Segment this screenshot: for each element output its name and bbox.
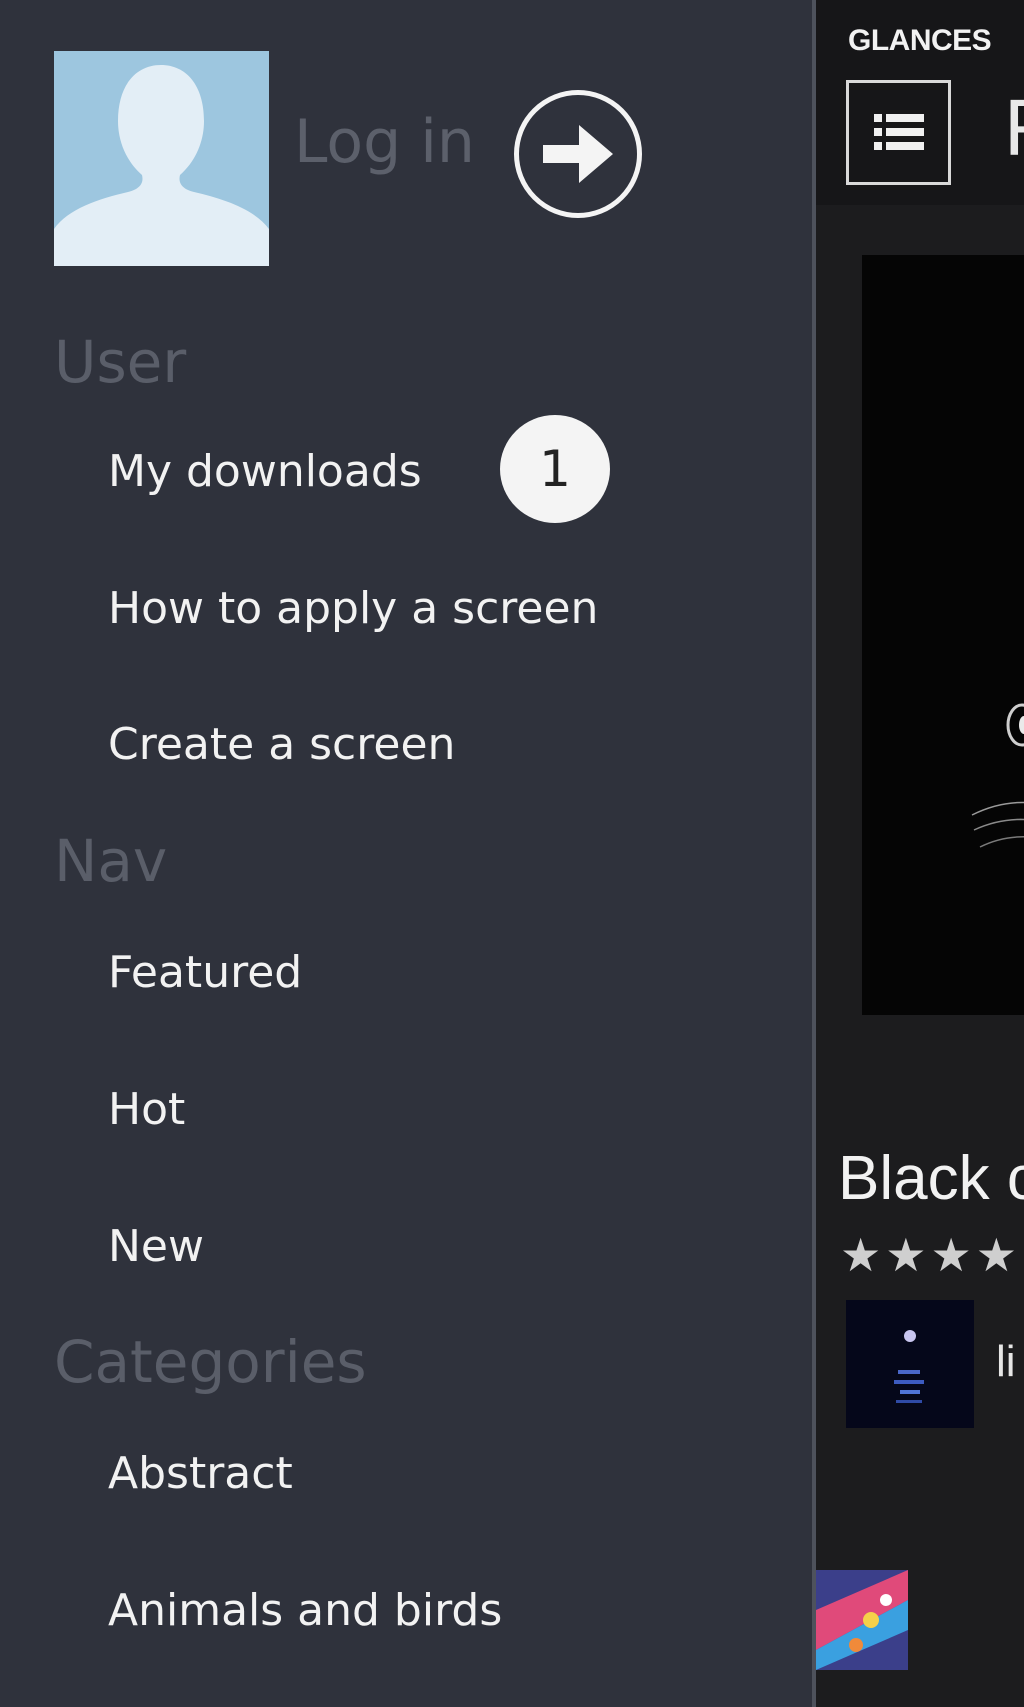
- app-name: GLANCES: [848, 24, 992, 57]
- login-label[interactable]: Log in: [294, 112, 475, 172]
- menu-item-featured[interactable]: Featured: [108, 951, 302, 995]
- wallpaper-preview-image[interactable]: [862, 255, 1024, 1015]
- menu-item-animals-and-birds[interactable]: Animals and birds: [108, 1589, 502, 1633]
- arrow-right-circle-icon[interactable]: [514, 90, 642, 218]
- downloads-count-badge: 1: [500, 415, 610, 523]
- star-rating: ★★★★: [840, 1228, 1021, 1282]
- section-header-categories: Categories: [54, 1328, 367, 1396]
- page-title: F: [1004, 88, 1024, 168]
- menu-item-new[interactable]: New: [108, 1225, 204, 1269]
- screen-thumbnail[interactable]: [816, 1570, 908, 1670]
- menu-item-my-downloads[interactable]: My downloads: [108, 450, 422, 494]
- section-header-nav: Nav: [54, 827, 168, 895]
- menu-item-how-to-apply-screen[interactable]: How to apply a screen: [108, 587, 598, 631]
- list-icon[interactable]: [846, 80, 951, 185]
- author-avatar[interactable]: [846, 1300, 974, 1428]
- menu-item-abstract[interactable]: Abstract: [108, 1452, 293, 1496]
- app-main-panel: GLANCES F Black c ★★★★: [816, 0, 1024, 1707]
- menu-item-create-screen[interactable]: Create a screen: [108, 723, 455, 767]
- section-header-user: User: [54, 328, 187, 396]
- menu-item-hot[interactable]: Hot: [108, 1088, 185, 1132]
- author-name[interactable]: li: [996, 1340, 1016, 1384]
- navigation-drawer: Log in User My downloads 1 How to apply …: [0, 0, 812, 1707]
- user-avatar-icon[interactable]: [54, 51, 269, 266]
- screen-title[interactable]: Black c: [838, 1148, 1024, 1210]
